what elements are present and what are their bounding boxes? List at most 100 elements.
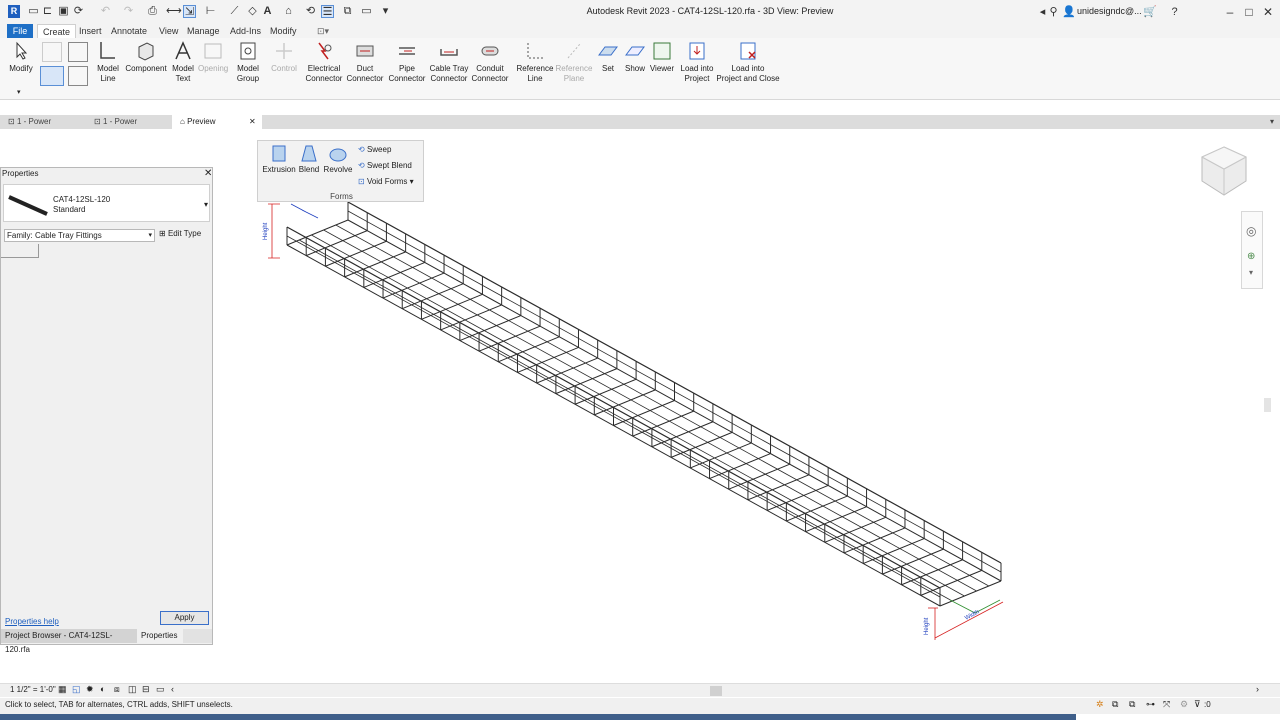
customize-qat-icon[interactable]: ▾ — [379, 5, 392, 18]
steering-wheel-icon[interactable]: ◎ — [1246, 224, 1256, 238]
redo-icon[interactable]: ↷ — [122, 5, 135, 18]
properties-help-link[interactable]: Properties help — [5, 617, 59, 626]
model-line-button[interactable]: Model Line — [95, 40, 121, 96]
unlocked-view-icon[interactable]: ⊟ — [142, 684, 150, 695]
spot-elevation-icon[interactable]: ◇ — [246, 5, 259, 18]
tag-icon[interactable]: ⟋ — [228, 5, 241, 18]
measure-active-icon[interactable]: ⇲ — [183, 5, 196, 18]
tab-add-ins[interactable]: Add-Ins — [225, 24, 266, 38]
show-button[interactable]: Show — [622, 40, 648, 96]
tab-project-browser[interactable]: Project Browser - CAT4-12SL-120.rfa — [1, 629, 137, 654]
revit-app-icon[interactable]: R — [8, 5, 20, 18]
reference-plane-button[interactable]: Reference Plane — [555, 40, 593, 96]
tab-manage[interactable]: Manage — [182, 24, 225, 38]
reference-line-button[interactable]: Reference Line — [515, 40, 555, 96]
component-button[interactable]: Component — [124, 40, 168, 96]
model-group-button[interactable]: Model Group — [234, 40, 262, 96]
scroll-right-icon[interactable]: › — [1256, 684, 1259, 694]
tab-overflow-icon[interactable]: ▾ — [1262, 115, 1280, 129]
type-selector[interactable]: CAT4-12SL-120 Standard ▾ — [3, 184, 210, 222]
component-grid-icon[interactable] — [42, 42, 62, 62]
blend-button[interactable]: Blend — [297, 143, 321, 174]
editable-only-icon[interactable]: ✲ — [1096, 699, 1104, 710]
vertical-scrollbar-thumb[interactable] — [1264, 398, 1271, 412]
close-window-button[interactable]: ✕ — [1260, 4, 1276, 20]
zoom-icon[interactable]: ⊕ — [1247, 251, 1255, 262]
tab-modify[interactable]: Modify — [265, 24, 302, 38]
sync-icon[interactable]: ⟳ — [72, 5, 85, 18]
apply-button[interactable]: Apply — [160, 611, 209, 625]
open-file-icon[interactable]: ⊏ — [41, 5, 54, 18]
cable-tray-connector-button[interactable]: Cable Tray Connector — [429, 40, 469, 96]
close-tab-icon[interactable]: ✕ — [249, 115, 256, 129]
user-account[interactable]: unidesigndc@... — [1077, 6, 1142, 16]
control-button[interactable]: Control — [268, 40, 300, 96]
family-parameters-icon[interactable] — [68, 66, 88, 86]
tab-create[interactable]: Create — [37, 24, 77, 38]
help-icon[interactable]: ? — [1168, 6, 1181, 19]
modify-button[interactable]: Modify — [6, 40, 36, 96]
set-button[interactable]: Set — [597, 40, 619, 96]
shadows-icon[interactable]: ◐ — [100, 684, 105, 694]
load-into-project-button[interactable]: Load into Project — [678, 40, 716, 96]
measure-icon[interactable]: ⟷ — [166, 5, 182, 18]
user-icon[interactable]: 👤 — [1062, 6, 1076, 19]
edit-type-button[interactable]: ⊞ Edit Type — [159, 229, 201, 238]
maximize-button[interactable]: □ — [1241, 4, 1257, 20]
close-icon[interactable]: ✕ — [204, 168, 212, 179]
switch-windows-icon[interactable]: ▭ — [360, 5, 373, 18]
select-links-icon[interactable]: ⧉ — [1112, 699, 1118, 710]
crop-view-icon[interactable]: ⧈ — [114, 684, 120, 695]
viewcube[interactable] — [1196, 143, 1252, 199]
electrical-connector-button[interactable]: Electrical Connector — [305, 40, 343, 96]
extrusion-button[interactable]: Extrusion — [261, 143, 297, 174]
select-dropdown-icon[interactable]: ▾ — [17, 88, 21, 96]
scroll-left-icon[interactable]: ‹ — [171, 684, 174, 694]
sun-path-icon[interactable]: ✹ — [86, 684, 94, 695]
horizontal-scrollbar-thumb[interactable] — [710, 686, 722, 696]
zoom-dropdown-icon[interactable]: ▾ — [1249, 268, 1253, 277]
close-hidden-icon[interactable]: ⧉ — [341, 5, 354, 18]
revolve-button[interactable]: Revolve — [322, 143, 354, 174]
new-file-icon[interactable]: ▭ — [27, 5, 40, 18]
select-pinned-icon[interactable]: ⊶ — [1146, 699, 1155, 710]
print-icon[interactable]: ⎙ — [146, 5, 159, 18]
visual-style-icon[interactable]: ◱ — [72, 684, 81, 695]
viewer-button[interactable]: Viewer — [648, 40, 676, 96]
show-crop-icon[interactable]: ◫ — [128, 684, 137, 695]
sweep-button[interactable]: ⟲ Sweep — [358, 145, 391, 154]
tab-insert[interactable]: Insert — [74, 24, 107, 38]
tab-properties[interactable]: Properties — [137, 629, 183, 643]
tab-view[interactable]: View — [154, 24, 183, 38]
family-dropdown[interactable]: Family: Cable Tray Fittings ▾ — [4, 229, 155, 242]
tab-annotate[interactable]: Annotate — [106, 24, 152, 38]
dimension-icon[interactable]: ⊢ — [204, 5, 217, 18]
select-mode-icon[interactable] — [40, 66, 64, 86]
load-into-project-and-close-button[interactable]: Load into Project and Close — [715, 40, 781, 96]
doc-tab-power-1[interactable]: ⊡ 1 - Power — [0, 115, 86, 129]
undo-icon[interactable]: ↶ — [99, 5, 112, 18]
swept-blend-button[interactable]: ⟲ Swept Blend — [358, 161, 412, 170]
opening-button[interactable]: Opening — [198, 40, 228, 96]
text-icon[interactable]: A — [261, 5, 274, 18]
model-text-button[interactable]: Model Text — [170, 40, 196, 96]
cart-icon[interactable]: 🛒 — [1143, 6, 1157, 19]
tab-file[interactable]: File — [7, 24, 33, 38]
section-icon[interactable]: ⟲ — [304, 5, 317, 18]
thin-lines-icon[interactable]: ☰ — [321, 5, 334, 18]
pipe-connector-button[interactable]: Pipe Connector — [387, 40, 427, 96]
3d-view-icon[interactable]: ⌂ — [282, 5, 295, 18]
view-scale[interactable]: 1 1/2" = 1'-0" — [10, 685, 56, 694]
ribbon-minimize-icon[interactable]: ⊡▾ — [312, 24, 334, 38]
properties-grid[interactable] — [1, 244, 39, 258]
binoculars-icon[interactable]: ⚲ — [1047, 6, 1060, 19]
detail-level-icon[interactable]: ▦ — [58, 684, 67, 695]
chevron-down-icon[interactable]: ▾ — [204, 200, 208, 209]
select-by-face-icon[interactable]: ⤧ — [1163, 699, 1170, 710]
doc-tab-power-2[interactable]: ⊡ 1 - Power — [86, 115, 172, 129]
drag-elements-icon[interactable]: ⚙ — [1180, 699, 1188, 710]
minimize-button[interactable]: – — [1222, 4, 1238, 20]
filter-icon[interactable]: ⊽ — [1194, 699, 1201, 710]
temporary-hide-icon[interactable]: ▭ — [156, 684, 165, 695]
save-icon[interactable]: ▣ — [57, 5, 70, 18]
